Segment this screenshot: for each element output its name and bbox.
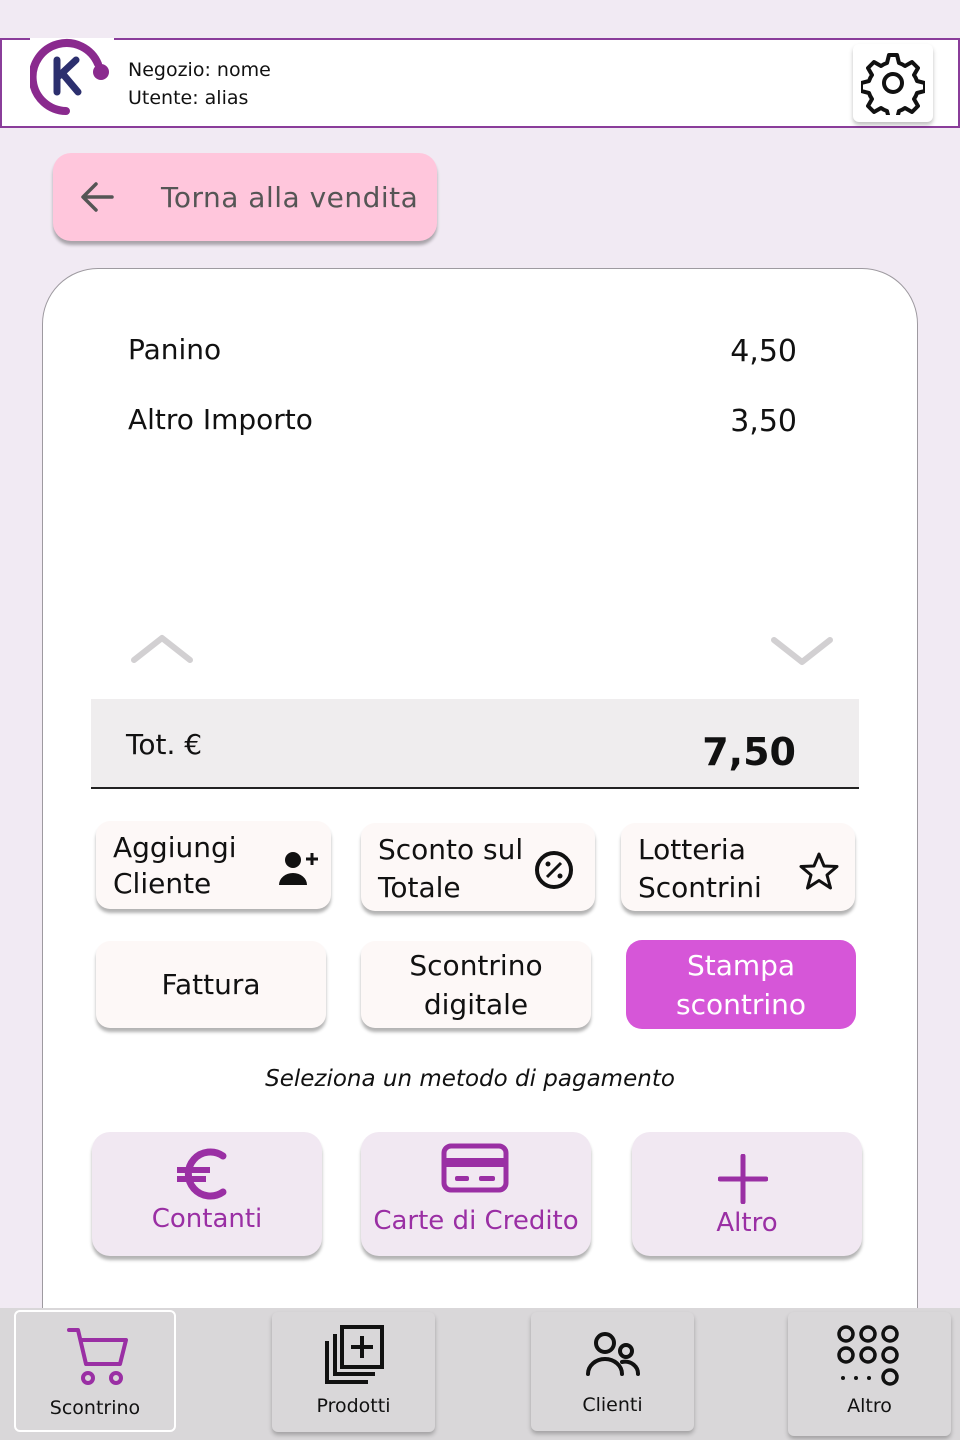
total-value: 7,50 xyxy=(702,730,796,774)
nav-label: Clienti xyxy=(582,1394,643,1416)
print-receipt-label-line1: Stampa xyxy=(686,948,796,982)
digital-receipt-button[interactable]: Scontrino digitale xyxy=(361,941,591,1028)
nav-item-prodotti[interactable]: Prodotti xyxy=(272,1312,435,1432)
payment-card-button[interactable]: Carte di Credito xyxy=(361,1132,591,1256)
scroll-up-chevron-icon[interactable] xyxy=(130,632,194,666)
receipt-item-name: Altro Importo xyxy=(128,403,313,436)
gear-icon xyxy=(861,53,925,115)
invoice-label: Fattura xyxy=(161,968,261,1001)
add-client-label: Aggiungi Cliente xyxy=(113,831,237,900)
shop-name: Negozio: nome xyxy=(128,59,271,81)
receipt-lottery-label: Lotteria Scontrini xyxy=(638,833,762,904)
scroll-down-chevron-icon[interactable] xyxy=(770,634,834,668)
user-name: Utente: alias xyxy=(128,87,249,109)
grid-dots-icon xyxy=(837,1325,899,1386)
clients-icon xyxy=(586,1332,640,1376)
cart-icon xyxy=(67,1328,128,1385)
nav-label: Scontrino xyxy=(49,1397,141,1419)
payment-card-label: Carte di Credito xyxy=(373,1206,579,1236)
percent-badge-icon xyxy=(535,851,573,889)
total-label: Tot. € xyxy=(126,728,203,761)
back-to-sale-button[interactable]: Torna alla vendita xyxy=(53,153,437,241)
receipt-item-name: Panino xyxy=(128,333,222,366)
payment-other-button[interactable]: Altro xyxy=(632,1132,862,1256)
payment-other-label: Altro xyxy=(716,1208,778,1238)
settings-button[interactable] xyxy=(853,44,933,122)
invoice-button[interactable]: Fattura xyxy=(96,941,326,1028)
digital-receipt-label-line1: Scontrino xyxy=(409,948,543,982)
receipt-lottery-button[interactable]: Lotteria Scontrini xyxy=(621,823,855,911)
brand-logo xyxy=(28,38,114,116)
payment-method-hint: Seleziona un metodo di pagamento xyxy=(265,1066,675,1092)
nav-item-clienti[interactable]: Clienti xyxy=(531,1312,694,1431)
nav-label: Prodotti xyxy=(316,1395,391,1417)
payment-cash-label: Contanti xyxy=(151,1204,263,1234)
print-receipt-button[interactable]: Stampa scontrino xyxy=(626,940,856,1029)
total-discount-button[interactable]: Sconto sul Totale xyxy=(361,823,595,911)
payment-cash-button[interactable]: Contanti xyxy=(92,1132,322,1256)
euro-icon xyxy=(177,1148,227,1200)
nav-item-altro[interactable]: Altro xyxy=(788,1312,951,1436)
credit-card-icon xyxy=(441,1143,509,1193)
print-receipt-label-line2: scontrino xyxy=(675,987,806,1021)
total-discount-label: Sconto sul Totale xyxy=(378,833,524,904)
products-icon xyxy=(325,1325,384,1384)
nav-item-scontrino[interactable]: Scontrino xyxy=(14,1310,176,1432)
star-icon xyxy=(799,852,839,890)
digital-receipt-label-line2: digitale xyxy=(423,987,529,1021)
back-to-sale-label: Torna alla vendita xyxy=(161,180,419,214)
receipt-item-price: 4,50 xyxy=(730,334,797,369)
arrow-left-icon xyxy=(81,182,114,212)
plus-icon xyxy=(718,1154,768,1204)
receipt-item-price: 3,50 xyxy=(730,404,797,439)
add-person-icon xyxy=(279,852,318,885)
shop-user-info: Negozio: nome Utente: alias xyxy=(128,56,271,112)
nav-label: Altro xyxy=(847,1395,892,1417)
add-client-button[interactable]: Aggiungi Cliente xyxy=(96,821,331,909)
